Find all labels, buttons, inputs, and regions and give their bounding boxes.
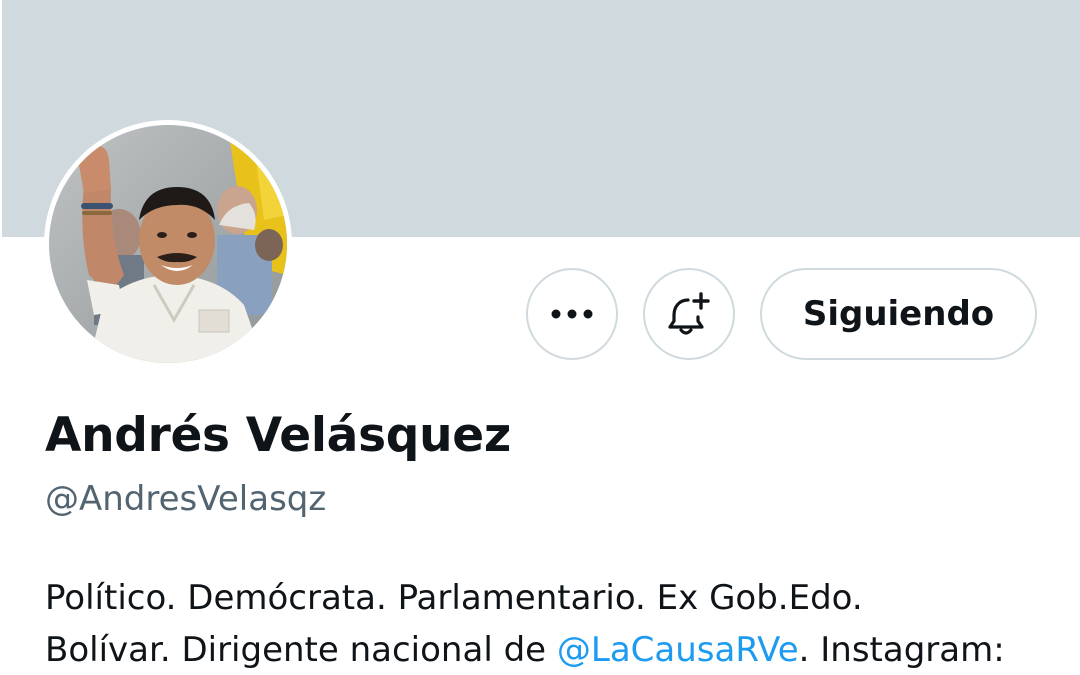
notifications-button[interactable] <box>643 268 735 360</box>
profile-handle: @AndresVelasqz <box>45 479 327 519</box>
bio-line-2: Bolívar. Dirigente nacional de @LaCausaR… <box>45 624 1065 675</box>
avatar-photo <box>49 125 287 363</box>
more-horizontal-icon <box>551 309 593 319</box>
more-button[interactable] <box>526 268 618 360</box>
following-button-label: Siguiendo <box>802 294 995 334</box>
bio-text: Bolívar. Dirigente nacional de <box>45 630 557 670</box>
bio-mention-link[interactable]: @LaCausaRVe <box>557 630 799 670</box>
profile-page: Siguiendo Andrés Velásquez @AndresVelasq… <box>0 0 1080 675</box>
bell-plus-icon <box>668 292 710 335</box>
profile-bio: Político. Demócrata. Parlamentario. Ex G… <box>45 572 1065 675</box>
bio-line-1: Político. Demócrata. Parlamentario. Ex G… <box>45 578 863 618</box>
profile-display-name: Andrés Velásquez <box>45 408 511 463</box>
following-button[interactable]: Siguiendo <box>760 268 1037 360</box>
profile-avatar[interactable] <box>44 120 292 368</box>
bio-text: . Instagram: <box>798 630 1005 670</box>
